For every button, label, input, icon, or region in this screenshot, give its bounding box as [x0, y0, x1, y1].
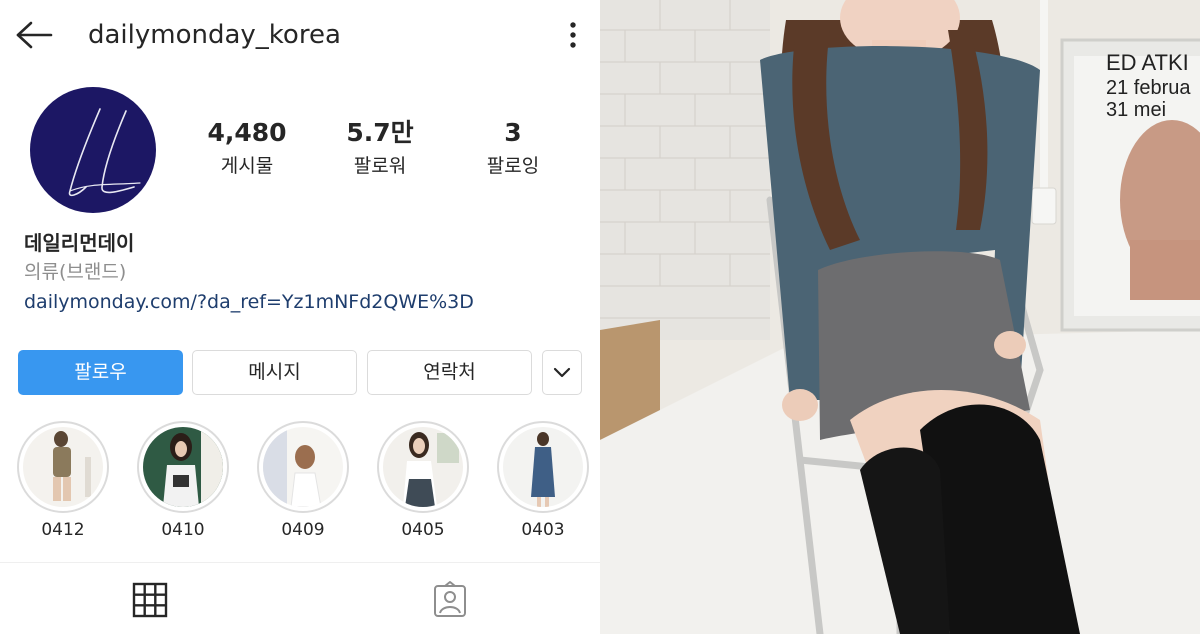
stat-following-label: 팔로잉 — [486, 155, 540, 177]
stat-followers[interactable]: 5.7만 팔로워 — [315, 116, 445, 182]
tagged-user-icon — [434, 581, 466, 617]
profile-category: 의류(브랜드) — [24, 261, 127, 283]
brand-logo-icon — [68, 108, 141, 197]
highlight-label: 0409 — [281, 520, 325, 540]
more-options-button[interactable] — [560, 18, 586, 52]
highlight-thumbnail — [143, 427, 223, 507]
story-highlight[interactable]: 0403 — [497, 421, 589, 545]
stat-posts[interactable]: 4,480 게시물 — [182, 116, 312, 182]
arrow-left-icon — [16, 21, 53, 49]
highlight-label: 0405 — [401, 520, 445, 540]
story-highlight[interactable]: 0410 — [137, 421, 229, 545]
stat-posts-label: 게시물 — [220, 155, 274, 177]
tab-posts-grid[interactable] — [130, 580, 170, 620]
tab-tagged[interactable] — [430, 580, 470, 620]
stat-following[interactable]: 3 팔로잉 — [448, 116, 578, 182]
highlight-thumbnail — [263, 427, 343, 508]
back-button[interactable] — [14, 18, 54, 52]
stat-followers-value: 5.7만 — [346, 118, 414, 147]
highlight-thumbnail — [383, 427, 463, 507]
stat-following-value: 3 — [504, 118, 522, 147]
vertical-dots-icon — [570, 22, 576, 48]
profile-tab-bar — [0, 562, 600, 634]
story-highlight[interactable]: 0409 — [257, 421, 349, 545]
profile-full-name: 데일리먼데이 — [24, 231, 135, 255]
model-photo: ED ATKI 21 februa 31 mei — [600, 0, 1200, 634]
contact-button[interactable]: 연락처 — [367, 350, 532, 395]
instagram-profile: dailymonday_korea 4,480 게시물 5.7만 팔로워 3 팔… — [0, 0, 600, 634]
poster-line: 21 februa — [1106, 77, 1191, 99]
highlight-label: 0412 — [41, 520, 85, 540]
follow-button[interactable]: 팔로우 — [18, 350, 183, 395]
profile-website-link[interactable]: dailymonday.com/?da_ref=Yz1mNFd2QWE%3D — [24, 288, 474, 316]
grid-icon — [132, 582, 168, 618]
highlight-label: 0403 — [521, 520, 565, 540]
poster-line: ED ATKI — [1106, 50, 1189, 75]
stat-posts-value: 4,480 — [207, 118, 287, 147]
model-photo-illustration: ED ATKI 21 februa 31 mei — [600, 0, 1200, 634]
suggested-expand-button[interactable] — [542, 350, 582, 395]
highlight-thumbnail — [503, 427, 583, 507]
chevron-down-icon — [553, 367, 571, 378]
top-bar: dailymonday_korea — [0, 0, 600, 70]
stat-followers-label: 팔로워 — [353, 155, 407, 177]
message-button[interactable]: 메시지 — [192, 350, 357, 395]
story-highlight[interactable]: 0405 — [377, 421, 469, 545]
story-highlight[interactable]: 0412 — [17, 421, 109, 545]
highlight-label: 0410 — [161, 520, 205, 540]
profile-username: dailymonday_korea — [88, 20, 341, 50]
poster-line: 31 mei — [1106, 99, 1166, 121]
profile-avatar[interactable] — [30, 87, 156, 213]
highlight-thumbnail — [23, 427, 103, 507]
